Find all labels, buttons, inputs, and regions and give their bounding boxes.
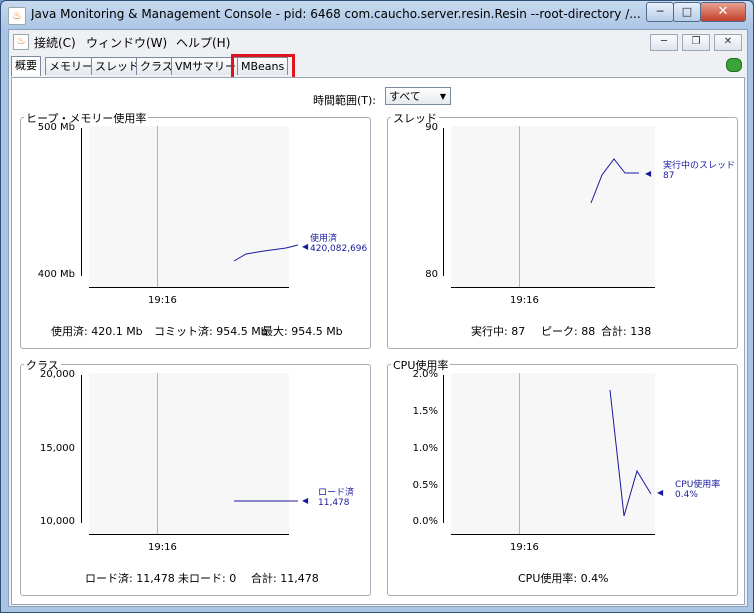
heap-legend-name: 使用済 bbox=[310, 234, 338, 244]
threads-panel: スレッド 90 80 19:16 ◀ 実行中のスレッド 87 実行中: 87 ピ… bbox=[387, 110, 738, 349]
menu-bar: ♨ 接続(C) ウィンドウ(W) ヘルプ(H) ─ ❐ ✕ bbox=[9, 30, 747, 53]
threads-stat-total: 合計: 138 bbox=[601, 325, 652, 338]
threads-legend-value: 87 bbox=[663, 171, 675, 181]
heap-legend-marker: ◀ bbox=[302, 242, 309, 251]
classes-panel: クラス 20,000 15,000 10,000 19:16 ◀ ロード済 11… bbox=[20, 357, 371, 596]
menu-window[interactable]: ウィンドウ(W) bbox=[86, 34, 167, 51]
app-window: ♨ Java Monitoring & Management Console -… bbox=[0, 0, 754, 613]
tab-memory[interactable]: メモリー bbox=[45, 57, 97, 75]
threads-legend-marker: ◀ bbox=[645, 169, 652, 178]
time-range-select[interactable]: すべて ▼ bbox=[385, 87, 451, 105]
internal-minimize-button[interactable]: ─ bbox=[650, 34, 678, 51]
close-button[interactable]: ✕ bbox=[700, 2, 746, 22]
heap-memory-panel: ヒープ・メモリー使用率 500 Mb 400 Mb 19:16 ◀ 使用済 42… bbox=[20, 110, 371, 349]
heap-stat-max: 最大: 954.5 Mb bbox=[262, 325, 343, 338]
cpu-legend-marker: ◀ bbox=[657, 488, 664, 497]
chevron-down-icon: ▼ bbox=[439, 92, 446, 101]
menu-connection[interactable]: 接続(C) bbox=[34, 34, 76, 51]
classes-legend-name: ロード済 bbox=[318, 488, 355, 498]
java-menu-icon[interactable]: ♨ bbox=[13, 34, 29, 50]
minimize-button[interactable]: ─ bbox=[646, 2, 674, 22]
internal-restore-button[interactable]: ❐ bbox=[682, 34, 710, 51]
menu-help[interactable]: ヘルプ(H) bbox=[176, 34, 230, 51]
tab-bar: 概要 メモリー スレッド クラス VMサマリー MBeans bbox=[9, 54, 747, 81]
classes-stat-unloaded: 未ロード: 0 bbox=[178, 572, 237, 585]
threads-stat-peak: ピーク: 88 bbox=[541, 325, 596, 338]
classes-stat-total: 合計: 11,478 bbox=[251, 572, 319, 585]
classes-series-line bbox=[234, 500, 298, 502]
tab-overview[interactable]: 概要 bbox=[11, 56, 41, 76]
heap-legend-value: 420,082,696 bbox=[310, 244, 368, 254]
cpu-stat-usage: CPU使用率: 0.4% bbox=[518, 572, 609, 585]
threads-stat-live: 実行中: 87 bbox=[471, 325, 526, 338]
overview-panel: 時間範囲(T): すべて ▼ ヒープ・メモリー使用率 500 Mb 400 Mb… bbox=[11, 77, 745, 605]
title-bar[interactable]: ♨ Java Monitoring & Management Console -… bbox=[1, 1, 753, 29]
connection-status-icon bbox=[726, 58, 742, 72]
cpu-legend-value: 0.4% bbox=[675, 490, 698, 500]
maximize-button[interactable]: □ bbox=[673, 2, 701, 22]
heap-stat-committed: コミット済: 954.5 Mb bbox=[154, 325, 268, 338]
cpu-legend-name: CPU使用率 bbox=[675, 480, 721, 490]
classes-legend-marker: ◀ bbox=[302, 496, 309, 505]
threads-series-line bbox=[590, 158, 639, 204]
classes-stat-loaded: ロード済: 11,478 bbox=[85, 572, 175, 585]
internal-close-button[interactable]: ✕ bbox=[714, 34, 742, 51]
classes-legend-value: 11,478 bbox=[318, 498, 350, 508]
threads-legend-name: 実行中のスレッド bbox=[663, 161, 736, 171]
java-app-icon: ♨ bbox=[8, 7, 26, 25]
client-area: ♨ 接続(C) ウィンドウ(W) ヘルプ(H) ─ ❐ ✕ 概要 メモリー スレ… bbox=[8, 29, 748, 607]
time-range-label: 時間範囲(T): bbox=[313, 94, 377, 107]
tab-vm-summary[interactable]: VMサマリー bbox=[171, 57, 241, 75]
heap-series-line bbox=[233, 244, 299, 262]
window-title: Java Monitoring & Management Console - p… bbox=[31, 7, 641, 21]
cpu-panel: CPU使用率 2.0% 1.5% 1.0% 0.5% 0.0% 19:16 ◀ … bbox=[387, 357, 738, 596]
time-range-value: すべて bbox=[389, 90, 421, 103]
heap-stat-used: 使用済: 420.1 Mb bbox=[51, 325, 143, 338]
